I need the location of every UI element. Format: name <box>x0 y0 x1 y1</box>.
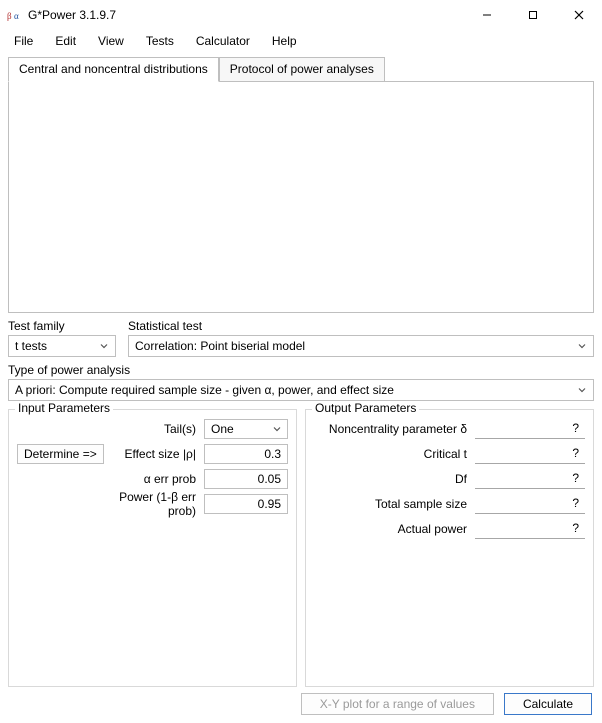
actual-power-value: ? <box>475 519 585 539</box>
determine-button[interactable]: Determine => <box>17 444 104 464</box>
menu-calculator[interactable]: Calculator <box>186 32 260 50</box>
menu-edit[interactable]: Edit <box>45 32 86 50</box>
ncp-label: Noncentrality parameter δ <box>314 422 469 436</box>
tails-select[interactable]: One <box>204 419 288 439</box>
input-parameters-panel: Input Parameters Tail(s) One Determine =… <box>8 409 297 687</box>
statistical-test-select[interactable]: Correlation: Point biserial model <box>128 335 594 357</box>
critical-t-label: Critical t <box>314 447 469 461</box>
test-family-label: Test family <box>8 319 116 333</box>
maximize-button[interactable] <box>510 0 556 30</box>
statistical-test-group: Statistical test Correlation: Point bise… <box>128 319 594 357</box>
window-buttons <box>464 0 602 30</box>
svg-text:α: α <box>14 11 19 21</box>
tab-protocol[interactable]: Protocol of power analyses <box>219 57 385 82</box>
minimize-button[interactable] <box>464 0 510 30</box>
analysis-type-select[interactable]: A priori: Compute required sample size -… <box>8 379 594 401</box>
tabstrip: Central and noncentral distributions Pro… <box>8 56 594 81</box>
sample-size-label: Total sample size <box>314 497 469 511</box>
window-title: G*Power 3.1.9.7 <box>28 8 464 22</box>
app-icon: β α <box>6 7 22 23</box>
test-family-group: Test family t tests <box>8 319 116 357</box>
sample-size-value: ? <box>475 494 585 514</box>
menu-help[interactable]: Help <box>262 32 307 50</box>
distribution-plot <box>8 81 594 313</box>
power-label: Power (1-β err prob) <box>107 490 198 518</box>
tails-value: One <box>211 422 234 436</box>
df-label: Df <box>314 472 469 486</box>
output-parameters-panel: Output Parameters Noncentrality paramete… <box>305 409 594 687</box>
input-parameters-title: Input Parameters <box>15 401 113 415</box>
df-value: ? <box>475 469 585 489</box>
analysis-type-value: A priori: Compute required sample size -… <box>15 383 394 397</box>
actual-power-label: Actual power <box>314 522 469 536</box>
output-parameters-title: Output Parameters <box>312 401 419 415</box>
effect-size-label: Effect size |ρ| <box>110 447 198 461</box>
svg-text:β: β <box>7 11 12 21</box>
critical-t-value: ? <box>475 444 585 464</box>
analysis-type-label: Type of power analysis <box>8 363 594 377</box>
test-family-select[interactable]: t tests <box>8 335 116 357</box>
menu-tests[interactable]: Tests <box>136 32 184 50</box>
power-input[interactable]: 0.95 <box>204 494 288 514</box>
statistical-test-value: Correlation: Point biserial model <box>135 339 305 353</box>
menu-file[interactable]: File <box>4 32 43 50</box>
chevron-down-icon <box>97 339 111 353</box>
chevron-down-icon <box>575 383 589 397</box>
tab-central-distributions[interactable]: Central and noncentral distributions <box>8 57 219 82</box>
chevron-down-icon <box>575 339 589 353</box>
menu-view[interactable]: View <box>88 32 134 50</box>
effect-size-input[interactable]: 0.3 <box>204 444 288 464</box>
test-family-value: t tests <box>15 339 47 353</box>
alpha-input[interactable]: 0.05 <box>204 469 288 489</box>
ncp-value: ? <box>475 419 585 439</box>
alpha-label: α err prob <box>107 472 198 486</box>
statistical-test-label: Statistical test <box>128 319 594 333</box>
menubar: File Edit View Tests Calculator Help <box>0 30 602 52</box>
tails-label: Tail(s) <box>107 422 198 436</box>
chevron-down-icon <box>270 422 284 436</box>
titlebar: β α G*Power 3.1.9.7 <box>0 0 602 30</box>
xy-plot-button[interactable]: X-Y plot for a range of values <box>301 693 494 715</box>
close-button[interactable] <box>556 0 602 30</box>
analysis-type-group: Type of power analysis A priori: Compute… <box>8 363 594 401</box>
calculate-button[interactable]: Calculate <box>504 693 592 715</box>
